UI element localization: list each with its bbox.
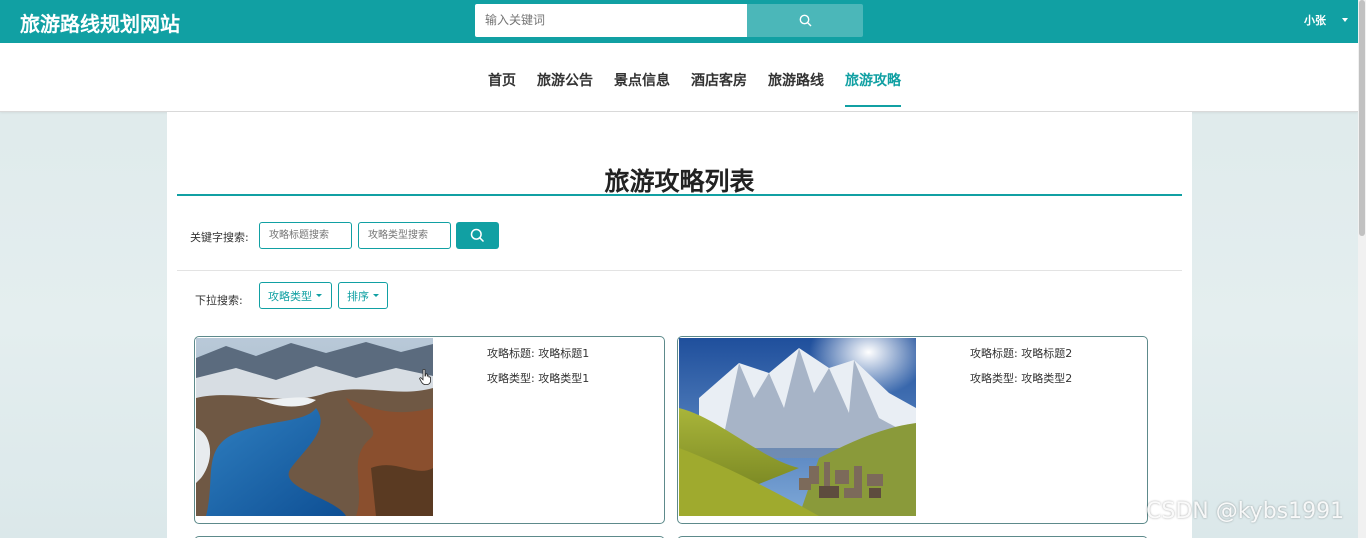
guide-title-value: 攻略标题1 xyxy=(538,347,590,360)
guide-card[interactable]: 攻略标题: 攻略标题1 攻略类型: 攻略类型1 xyxy=(194,336,665,524)
keyword-search-label: 关键字搜索: xyxy=(190,231,249,244)
guide-type-value: 攻略类型2 xyxy=(1021,372,1073,385)
guide-card-image[interactable] xyxy=(196,338,433,516)
sort-dropdown[interactable]: 排序 xyxy=(338,282,388,309)
header-search-input[interactable] xyxy=(475,4,747,37)
scrollbar-thumb[interactable] xyxy=(1359,0,1365,236)
page-scrollbar[interactable] xyxy=(1358,0,1366,538)
section-divider xyxy=(177,270,1182,271)
guide-title-value: 攻略标题2 xyxy=(1021,347,1073,360)
search-icon xyxy=(470,228,485,243)
chevron-down-icon xyxy=(1342,18,1348,22)
mountain-village-photo xyxy=(679,338,916,516)
caret-down-icon xyxy=(316,294,322,297)
page-title: 旅游攻略列表 xyxy=(604,167,755,196)
title-underline xyxy=(177,194,1182,196)
canyon-lake-photo xyxy=(196,338,433,516)
guide-card-image[interactable] xyxy=(679,338,916,516)
guide-type-label: 攻略类型: xyxy=(970,372,1018,385)
top-bar: 旅游路线规划网站 小张 xyxy=(0,0,1366,43)
nav-item-home[interactable]: 首页 xyxy=(488,70,516,107)
guide-card-title: 攻略标题: 攻略标题2 xyxy=(970,345,1072,361)
sort-dropdown-label: 排序 xyxy=(347,289,369,303)
mouse-pointer-icon xyxy=(419,369,431,385)
keyword-search-button[interactable] xyxy=(456,222,499,249)
caret-down-icon xyxy=(373,294,379,297)
guide-type-search-input[interactable] xyxy=(358,222,451,249)
header-search-button[interactable] xyxy=(747,4,863,37)
nav-item-hotels[interactable]: 酒店客房 xyxy=(691,70,747,107)
guide-type-dropdown-label: 攻略类型 xyxy=(268,289,312,303)
nav-item-announcements[interactable]: 旅游公告 xyxy=(537,70,593,107)
nav-item-guides[interactable]: 旅游攻略 xyxy=(845,70,901,107)
main-nav: 首页 旅游公告 景点信息 酒店客房 旅游路线 旅游攻略 xyxy=(0,43,1358,112)
main-content: 旅游攻略列表 关键字搜索: 下拉搜索: 攻略类型 排序 xyxy=(167,112,1192,538)
nav-item-routes[interactable]: 旅游路线 xyxy=(768,70,824,107)
nav-item-attractions[interactable]: 景点信息 xyxy=(614,70,670,107)
dropdown-search-label: 下拉搜索: xyxy=(195,294,243,307)
guide-card-title: 攻略标题: 攻略标题1 xyxy=(487,345,589,361)
guide-type-dropdown[interactable]: 攻略类型 xyxy=(259,282,332,309)
guide-title-search-input[interactable] xyxy=(259,222,352,249)
guide-type-label: 攻略类型: xyxy=(487,372,535,385)
search-icon xyxy=(799,14,811,27)
guide-title-label: 攻略标题: xyxy=(487,347,535,360)
guide-card-type: 攻略类型: 攻略类型1 xyxy=(487,370,589,386)
user-menu[interactable]: 小张 xyxy=(1304,12,1348,28)
user-name: 小张 xyxy=(1304,14,1326,27)
guide-card-type: 攻略类型: 攻略类型2 xyxy=(970,370,1072,386)
site-title[interactable]: 旅游路线规划网站 xyxy=(20,8,180,37)
guide-type-value: 攻略类型1 xyxy=(538,372,590,385)
guide-title-label: 攻略标题: xyxy=(970,347,1018,360)
watermark: CSDN @kybs1991 xyxy=(1146,499,1345,524)
guide-card[interactable]: 攻略标题: 攻略标题2 攻略类型: 攻略类型2 xyxy=(677,336,1148,524)
